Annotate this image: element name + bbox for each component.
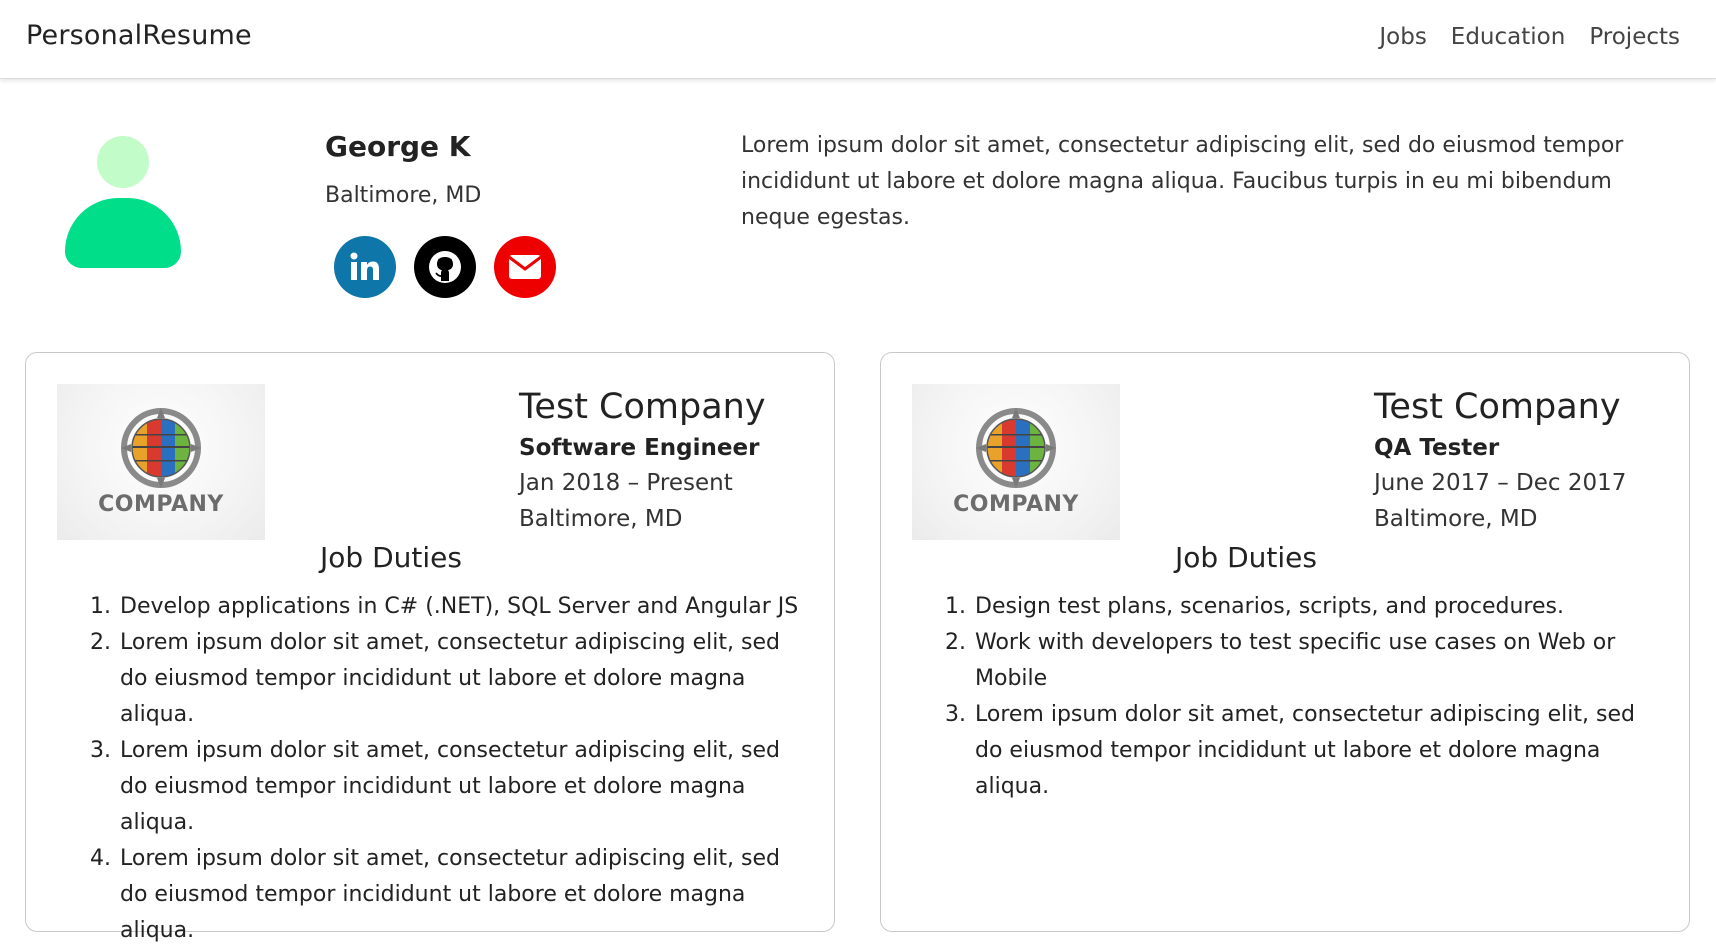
- duties-list: Develop applications in C# (.NET), SQL S…: [92, 589, 812, 949]
- company-logo: COMPANY: [912, 384, 1120, 540]
- profile-bio: Lorem ipsum dolor sit amet, consectetur …: [741, 133, 1624, 230]
- github-icon: [429, 251, 461, 283]
- duties-list: Design test plans, scenarios, scripts, a…: [947, 589, 1667, 805]
- list-item: Work with developers to test specific us…: [973, 625, 1667, 697]
- list-item: Design test plans, scenarios, scripts, a…: [973, 589, 1667, 625]
- logo-text: COMPANY: [98, 492, 224, 517]
- nav-link-projects[interactable]: Projects: [1589, 24, 1680, 50]
- job-role: Software Engineer: [519, 435, 760, 461]
- job-dates: Jan 2018 – Present: [519, 470, 733, 496]
- email-button[interactable]: [494, 236, 556, 298]
- nav-link-jobs[interactable]: Jobs: [1379, 24, 1426, 50]
- list-item: Lorem ipsum dolor sit amet, consectetur …: [118, 625, 812, 733]
- list-item: Lorem ipsum dolor sit amet, consectetur …: [118, 841, 812, 949]
- profile-location: Baltimore, MD: [325, 183, 482, 208]
- list-item: Develop applications in C# (.NET), SQL S…: [118, 589, 812, 625]
- job-card: COMPANY Test Company Software Engineer J…: [25, 352, 835, 943]
- job-card: COMPANY Test Company QA Tester June 2017…: [880, 352, 1690, 932]
- company-name: Test Company: [1374, 387, 1621, 427]
- company-name: Test Company: [519, 387, 766, 427]
- duties-title: Job Duties: [1175, 541, 1317, 574]
- duties-title: Job Duties: [320, 541, 462, 574]
- job-location: Baltimore, MD: [519, 506, 683, 532]
- profile-section: George K Baltimore, MD Lorem ipsum dolor…: [0, 80, 1716, 340]
- job-dates: June 2017 – Dec 2017: [1374, 470, 1627, 496]
- brand-link[interactable]: PersonalResume: [26, 20, 252, 51]
- avatar-body: [65, 198, 181, 268]
- list-item: Lorem ipsum dolor sit amet, consectetur …: [118, 733, 812, 841]
- linkedin-button[interactable]: [334, 236, 396, 298]
- github-button[interactable]: [414, 236, 476, 298]
- social-links: [334, 236, 556, 298]
- list-item: Lorem ipsum dolor sit amet, consectetur …: [973, 697, 1667, 805]
- job-role: QA Tester: [1374, 435, 1500, 461]
- avatar-icon: [65, 136, 181, 268]
- envelope-icon: [508, 255, 542, 279]
- nav-link-education[interactable]: Education: [1451, 24, 1566, 50]
- linkedin-icon: [350, 252, 379, 280]
- globe-compass-icon: [976, 408, 1056, 488]
- job-header: Test Company Software Engineer Jan 2018 …: [519, 383, 766, 537]
- job-location: Baltimore, MD: [1374, 506, 1538, 532]
- avatar-head: [97, 136, 149, 188]
- job-header: Test Company QA Tester June 2017 – Dec 2…: [1374, 383, 1626, 537]
- navbar: PersonalResume Jobs Education Projects: [0, 0, 1716, 79]
- globe-compass-icon: [121, 408, 201, 488]
- nav-links: Jobs Education Projects: [1379, 24, 1680, 50]
- company-logo: COMPANY: [57, 384, 265, 540]
- profile-name: George K: [325, 130, 471, 163]
- logo-text: COMPANY: [953, 492, 1079, 517]
